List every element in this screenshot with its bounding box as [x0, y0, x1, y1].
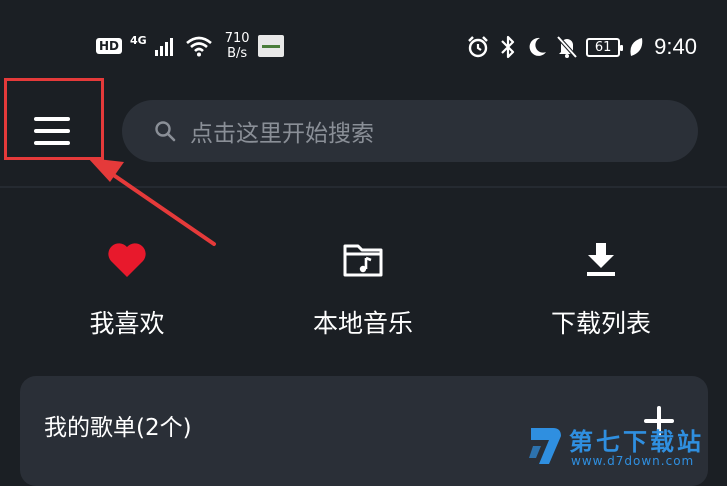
- download-icon: [577, 236, 625, 284]
- watermark-name: 第七下载站: [569, 428, 704, 456]
- music-folder-icon: [339, 236, 387, 284]
- quick-action-label: 下载列表: [550, 309, 651, 338]
- watermark: 第七下载站 www.d7down.com: [527, 418, 723, 472]
- watermark-logo-icon: [529, 428, 561, 464]
- playlists-title: 我的歌单(2个): [44, 415, 192, 441]
- quick-action-downloads[interactable]: 下载列表: [511, 236, 691, 340]
- watermark-url: www.d7down.com: [571, 454, 695, 468]
- heart-icon: [103, 236, 151, 284]
- quick-action-label: 我喜欢: [89, 309, 165, 338]
- quick-action-favorites[interactable]: 我喜欢: [37, 236, 217, 340]
- quick-action-local-music[interactable]: 本地音乐: [273, 236, 453, 340]
- quick-action-label: 本地音乐: [312, 309, 413, 338]
